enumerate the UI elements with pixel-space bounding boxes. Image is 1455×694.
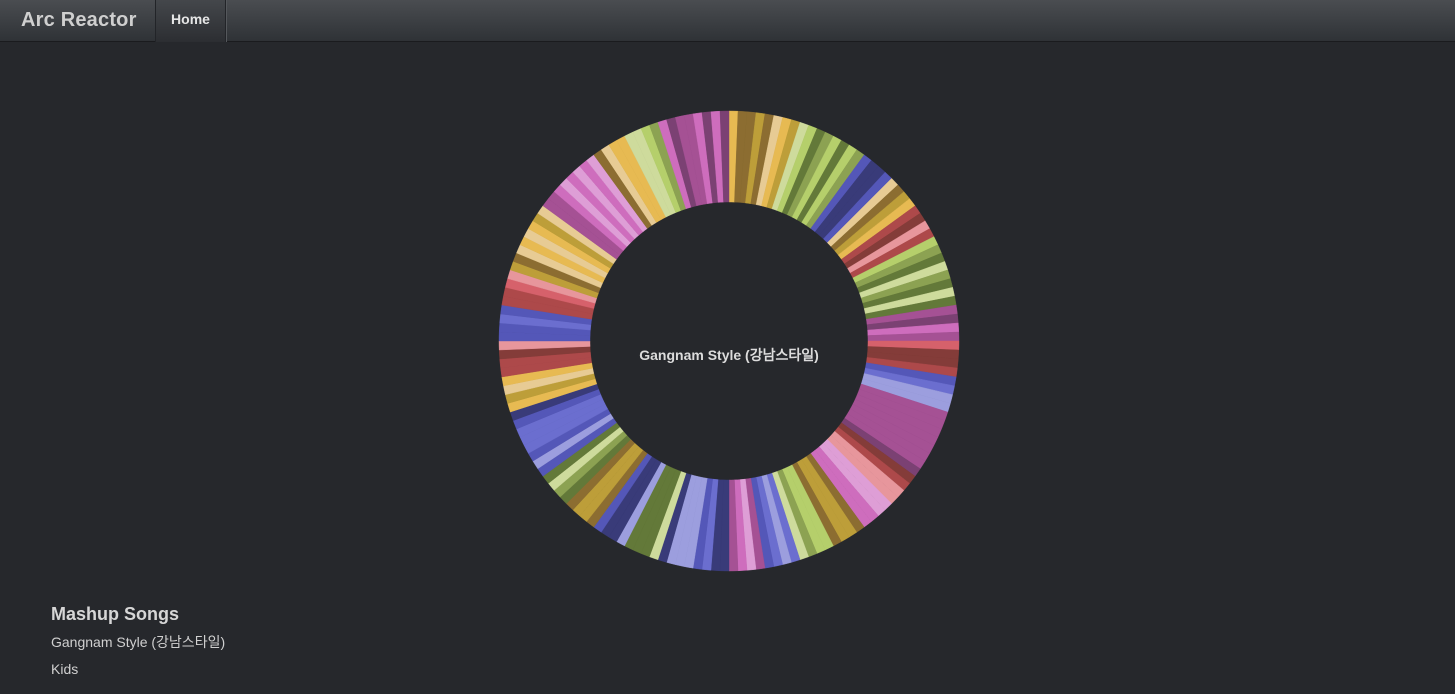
nav-divider [225, 0, 226, 42]
song-item[interactable]: Kids [51, 660, 225, 687]
reactor-donut: Gangnam Style (강남스타일) [498, 110, 960, 572]
mashup-heading: Mashup Songs [51, 604, 180, 624]
nav-home-link[interactable]: Home [156, 0, 225, 42]
song-item[interactable]: Gangnam Style (강남스타일) [51, 633, 225, 660]
brand-link[interactable]: Arc Reactor [21, 9, 137, 32]
arc-reactor-chart: Gangnam Style (강남스타일) [0, 43, 1455, 583]
center-song-label: Gangnam Style (강남스타일) [639, 347, 819, 363]
top-navbar: Arc Reactor Home [0, 0, 1455, 42]
mashup-songs-panel: Mashup Songs Gangnam Style (강남스타일) Kids [51, 604, 225, 687]
